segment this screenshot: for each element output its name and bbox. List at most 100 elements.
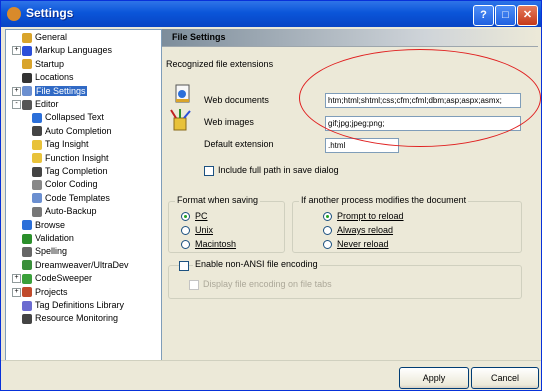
tree-item[interactable]: Spelling <box>22 245 68 258</box>
tree-item-icon <box>22 86 32 97</box>
web-documents-label: Web documents <box>204 95 269 105</box>
tree-item-icon <box>32 166 42 177</box>
expand-icon[interactable]: + <box>12 86 21 96</box>
tree-item-label: Tag Definitions Library <box>35 300 125 310</box>
tree-item-label: Auto Completion <box>45 125 112 136</box>
tree-item-icon <box>22 233 32 244</box>
display-encoding-checkbox[interactable] <box>189 280 199 290</box>
web-images-icon <box>170 109 191 131</box>
settings-window: Settings ? □ ✕ General + Markup Languages S… <box>0 0 542 391</box>
tree-item-label: File Settings <box>35 85 87 96</box>
default-extension-label: Default extension <box>204 139 274 149</box>
tree-item[interactable]: Validation <box>22 232 74 244</box>
tree-item[interactable]: Tag Insight <box>32 138 89 150</box>
tree-item-icon <box>22 220 32 231</box>
tree-item[interactable]: + CodeSweeper <box>12 272 93 284</box>
tree-item-icon <box>22 32 32 43</box>
panel-header: File Settings <box>162 29 538 47</box>
enable-ansi-checkbox[interactable] <box>179 261 189 271</box>
tree-item[interactable]: Auto-Backup <box>32 205 97 217</box>
tree-item-label: Spelling <box>35 246 68 257</box>
tree-item-label: Locations <box>35 72 74 83</box>
format-pc-label: PC <box>195 211 208 221</box>
annotation-oval <box>299 49 541 147</box>
window-title: Settings <box>26 6 74 20</box>
maximize-button[interactable]: □ <box>495 5 516 26</box>
tree-item-label: CodeSweeper <box>35 273 93 284</box>
tree-item[interactable]: Function Insight <box>32 152 109 164</box>
format-macintosh-radio[interactable] <box>181 240 190 249</box>
apply-button[interactable]: Apply <box>399 367 469 389</box>
format-unix-radio[interactable] <box>181 226 190 235</box>
tree-item-label: Editor <box>35 99 59 109</box>
tree-item[interactable]: Startup <box>22 58 64 70</box>
tree-item-label: Dreamweaver/UltraDev <box>35 259 129 270</box>
tree-item-icon <box>32 193 42 204</box>
tree-item[interactable]: + Markup Languages <box>12 44 113 57</box>
web-documents-icon <box>175 84 190 103</box>
tree-item-icon <box>22 260 32 271</box>
tree-item[interactable]: Auto Completion <box>32 125 112 137</box>
enable-ansi-label: Enable non-ANSI file encoding <box>193 259 320 269</box>
tree-item-icon <box>22 300 32 311</box>
tree-item-label: Markup Languages <box>35 45 113 56</box>
tree-item-label: Tag Completion <box>45 166 108 176</box>
close-button[interactable]: ✕ <box>517 5 538 26</box>
tree-item-icon <box>22 314 32 325</box>
title-bar[interactable]: Settings ? □ ✕ <box>1 1 541 27</box>
tree-item-icon <box>22 273 32 284</box>
tree-item-label: Auto-Backup <box>45 206 97 217</box>
display-encoding-label: Display file encoding on file tabs <box>203 279 332 289</box>
include-full-path-label: Include full path in save dialog <box>218 165 339 175</box>
prompt-to-reload-radio[interactable] <box>323 212 332 221</box>
tree-item-icon <box>32 180 42 191</box>
settings-app-icon <box>7 7 21 21</box>
expand-icon[interactable]: + <box>12 46 21 56</box>
format-when-saving-group: Format when saving PC Unix Macintosh <box>168 195 285 253</box>
tree-item-icon <box>32 153 42 164</box>
tree-item[interactable]: Tag Definitions Library <box>22 299 124 311</box>
include-full-path-checkbox[interactable] <box>204 166 214 176</box>
tree-item-label: General <box>35 32 68 42</box>
tree-item[interactable]: Resource Monitoring <box>22 312 118 325</box>
tree-item-icon <box>32 139 42 150</box>
tree-item[interactable]: Tag Completion <box>32 165 108 177</box>
button-bar-divider <box>1 360 541 361</box>
format-macintosh-label: Macintosh <box>195 239 237 249</box>
tree-item-icon <box>22 46 32 57</box>
settings-tree[interactable]: General + Markup Languages Startup Locations… <box>5 29 162 361</box>
collapse-icon[interactable]: - <box>12 100 21 109</box>
expand-icon[interactable]: + <box>12 274 21 284</box>
never-reload-radio[interactable] <box>323 240 332 249</box>
tree-item-label: Validation <box>35 233 74 243</box>
always-reload-label: Always reload <box>337 225 394 235</box>
tree-item[interactable]: + File Settings <box>12 85 87 97</box>
cancel-button[interactable]: Cancel <box>471 367 539 389</box>
expand-icon[interactable]: + <box>12 287 21 297</box>
tree-item[interactable]: Browse <box>22 219 65 231</box>
tree-item-label: Color Coding <box>45 179 98 190</box>
format-pc-radio[interactable] <box>181 212 190 221</box>
tree-item[interactable]: + Projects <box>12 286 68 298</box>
tree-item-icon <box>32 126 42 137</box>
tree-item[interactable]: Color Coding <box>32 178 98 191</box>
tree-item-label: Function Insight <box>45 152 109 163</box>
format-group-legend: Format when saving <box>175 195 261 205</box>
panel-title: File Settings <box>172 32 226 42</box>
tree-item-label: Projects <box>35 286 68 297</box>
tree-item[interactable]: General <box>22 31 67 43</box>
tree-item-label: Tag Insight <box>45 139 89 150</box>
recognized-extensions-label: Recognized file extensions <box>166 59 274 69</box>
tree-item[interactable]: Collapsed Text <box>32 111 104 124</box>
prompt-to-reload-label: Prompt to reload <box>337 211 404 221</box>
help-button[interactable]: ? <box>473 5 494 26</box>
tree-item-label: Browse <box>35 219 66 230</box>
tree-item-icon <box>32 113 42 124</box>
tree-item-icon <box>22 287 32 298</box>
tree-item-label: Code Templates <box>45 192 110 203</box>
tree-item[interactable]: Dreamweaver/UltraDev <box>22 259 129 271</box>
tree-item[interactable]: Code Templates <box>32 192 110 204</box>
tree-item[interactable]: Locations <box>22 71 74 83</box>
tree-item[interactable]: - Editor <box>12 98 59 110</box>
always-reload-radio[interactable] <box>323 226 332 235</box>
